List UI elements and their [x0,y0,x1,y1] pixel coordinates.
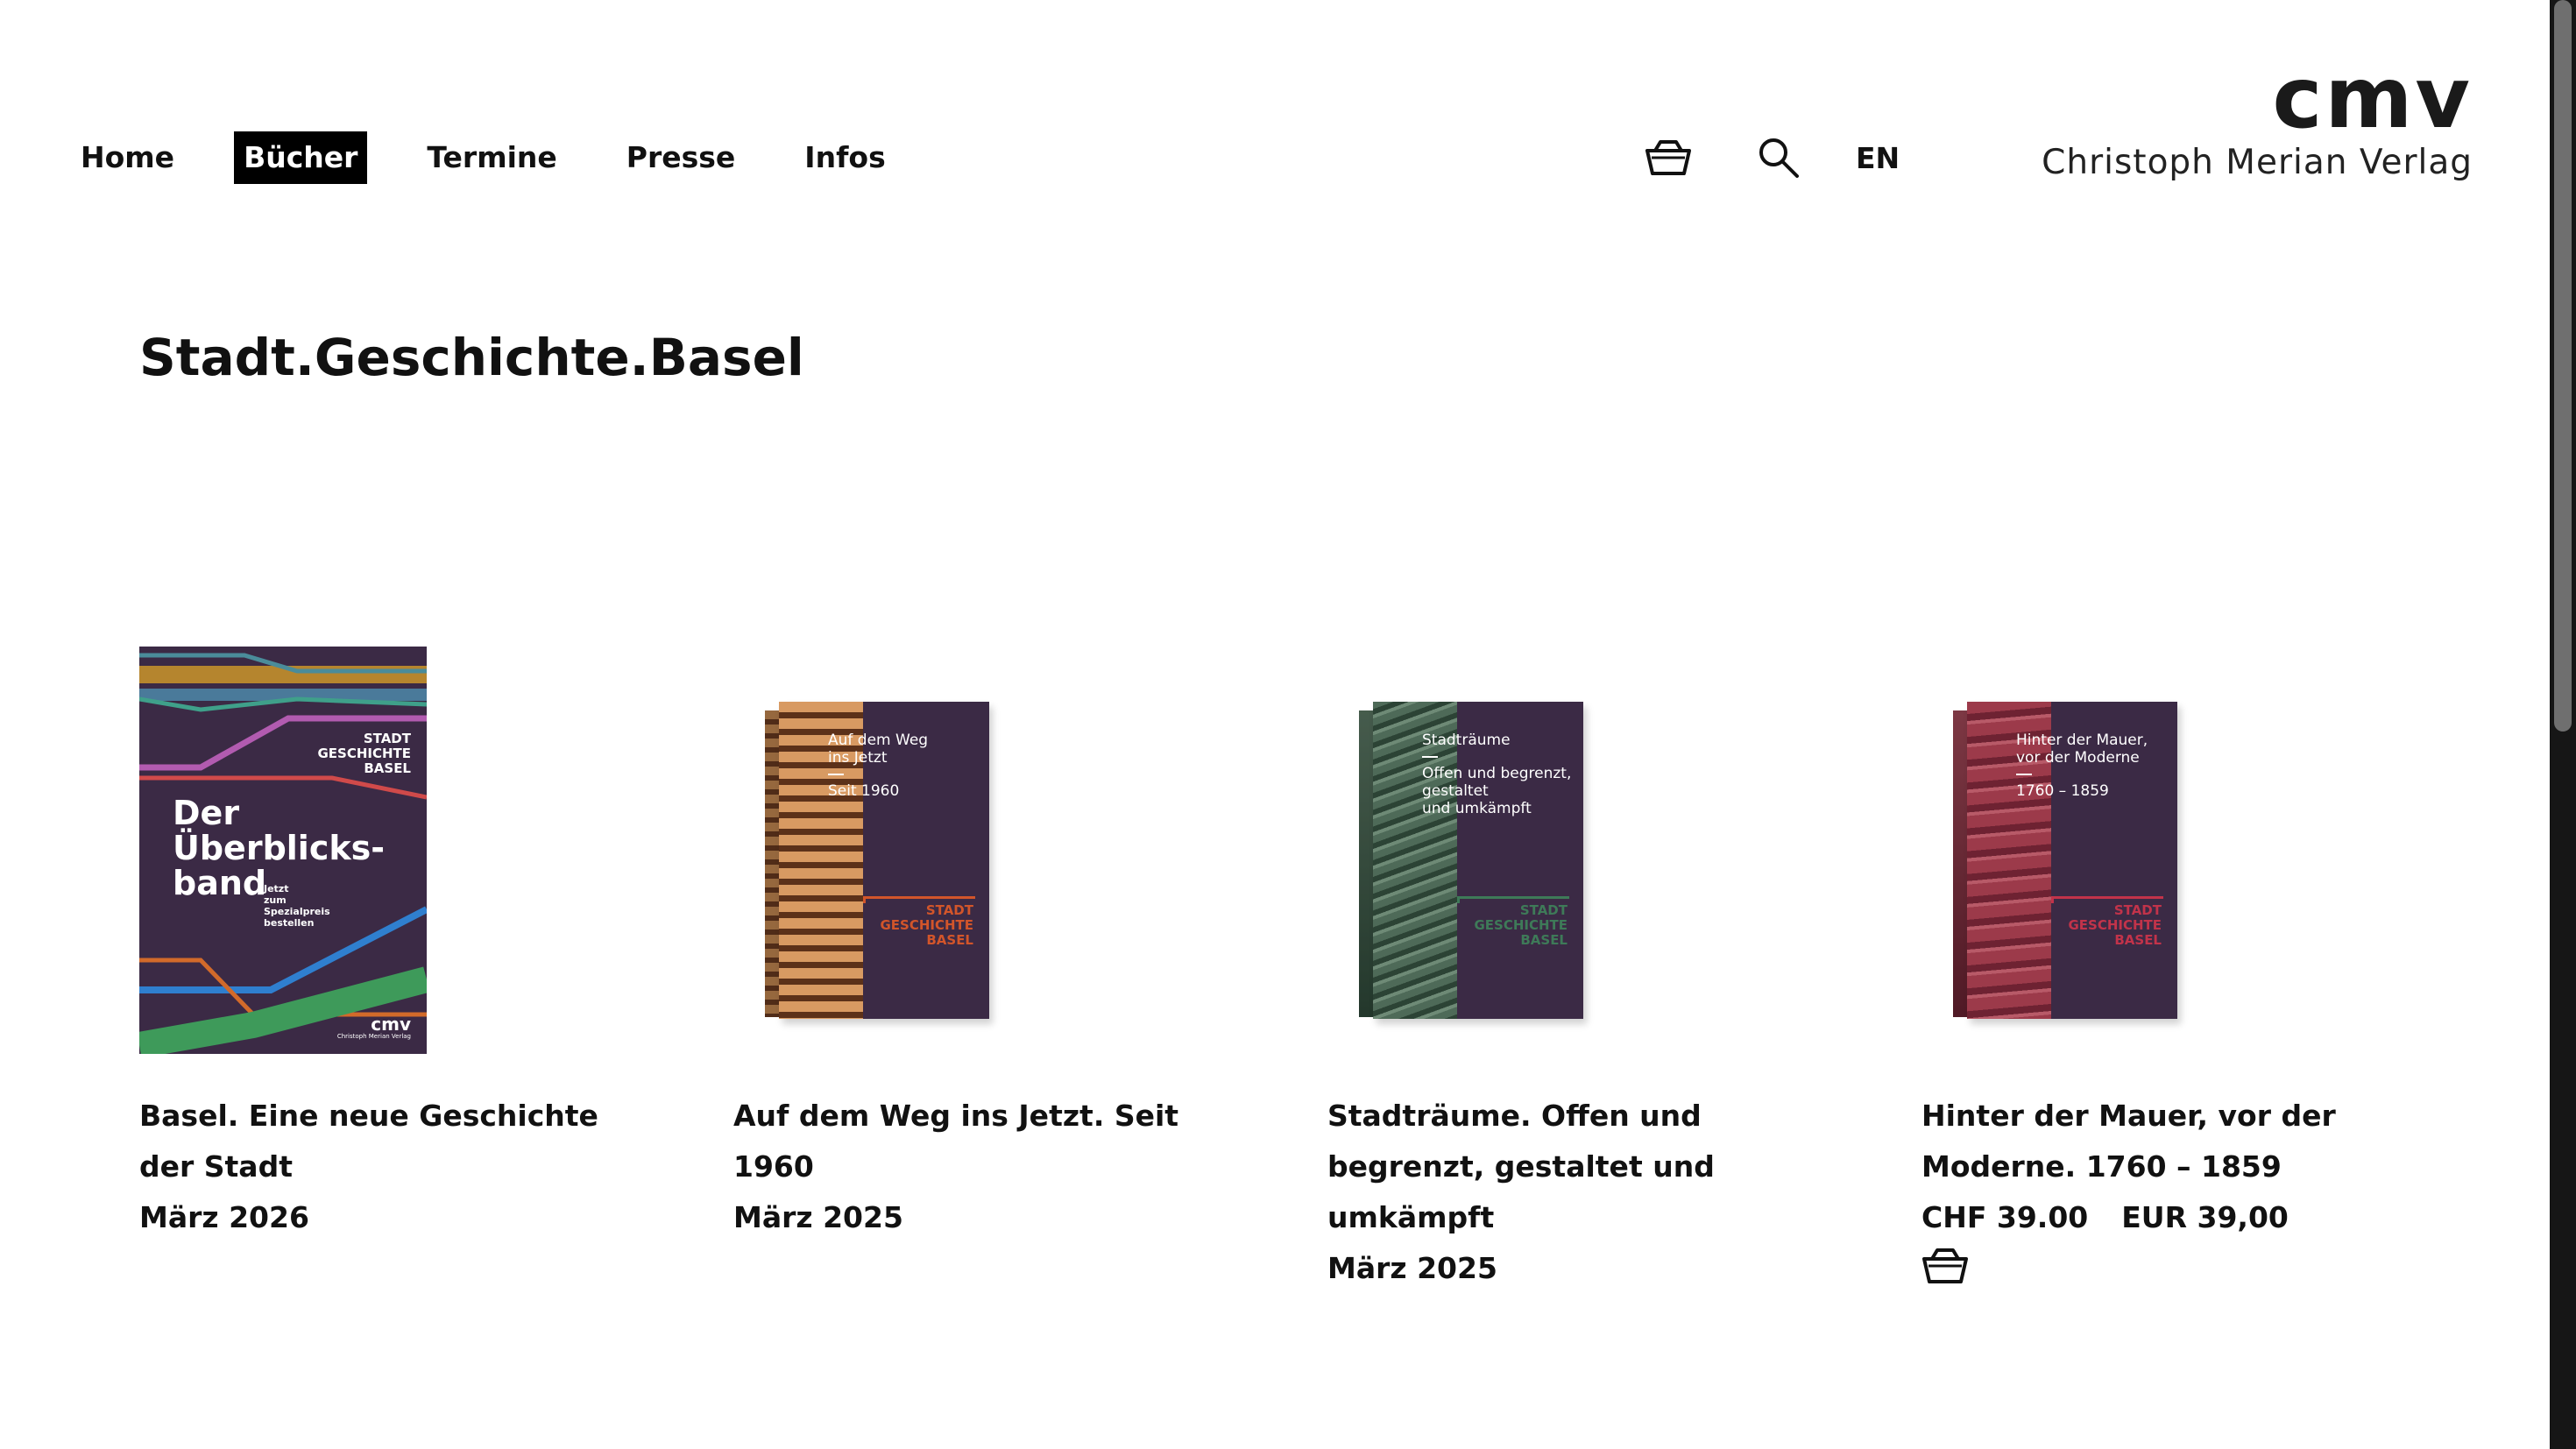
book-title[interactable]: Auf dem Weg ins Jetzt. Seit 1960 [733,1091,1224,1192]
search-icon[interactable] [1754,133,1803,182]
scrollbar-thumb[interactable] [2554,0,2572,732]
price-chf: CHF 39.00 [1921,1200,2089,1234]
cover-image: Auf dem Weg ins Jetzt Seit 1960 STADT GE… [765,702,989,1019]
logo-text: Christoph Merian Verlag [2042,143,2473,182]
book-cover[interactable]: Hinter der Mauer, vor der Moderne 1760 –… [1921,644,2412,1054]
cover-logo: cmv Christoph Merian Verlag [336,1014,411,1040]
book-cover[interactable]: STADT GESCHICHTE BASEL Der Überblicks- b… [139,644,630,1054]
book-card: Hinter der Mauer, vor der Moderne 1760 –… [1921,644,2412,1287]
book-date: März 2025 [1327,1251,1497,1285]
nav-termine[interactable]: Termine [417,131,566,184]
basket-icon[interactable] [1644,133,1693,182]
add-to-basket-icon[interactable] [1921,1247,1971,1287]
cover-brand: STADT GESCHICHTE BASEL [2068,902,2162,948]
nav-buecher[interactable]: Bücher [234,131,368,184]
book-card: Auf dem Weg ins Jetzt Seit 1960 STADT GE… [733,644,1224,1243]
logo-mark: cmv [2272,49,2473,147]
cover-text: Stadträume Offen und begrenzt, gestaltet… [1422,732,1572,817]
price-eur: EUR 39,00 [2121,1200,2289,1234]
cover-image: Stadträume Offen und begrenzt, gestaltet… [1359,702,1583,1019]
cover-image: STADT GESCHICHTE BASEL Der Überblicks- b… [139,647,427,1054]
book-info: Hinter der Mauer, vor der Moderne. 1760 … [1921,1091,2412,1287]
cover-image: Hinter der Mauer, vor der Moderne 1760 –… [1953,702,2177,1019]
book-info: Auf dem Weg ins Jetzt. Seit 1960 März 20… [733,1091,1224,1243]
scrollbar[interactable] [2550,0,2576,1449]
book-card: STADT GESCHICHTE BASEL Der Überblicks- b… [139,644,630,1243]
main-nav: Home Bücher Termine Presse Infos [81,131,945,184]
cover-brand: STADT GESCHICHTE BASEL [1474,902,1568,948]
nav-home[interactable]: Home [81,131,184,184]
nav-infos[interactable]: Infos [795,131,895,184]
publisher-logo[interactable]: cmv Christoph Merian Verlag [2042,49,2473,186]
book-date: März 2025 [733,1200,903,1234]
book-title[interactable]: Stadträume. Offen und begrenzt, gestalte… [1327,1091,1818,1243]
book-title[interactable]: Hinter der Mauer, vor der Moderne. 1760 … [1921,1091,2412,1192]
header-tools: EN [1644,131,1900,184]
nav-presse[interactable]: Presse [617,131,746,184]
book-title[interactable]: Basel. Eine neue Geschichte der Stadt [139,1091,630,1192]
book-info: Stadträume. Offen und begrenzt, gestalte… [1327,1091,1818,1294]
cover-note: Jetzt zum Spezialpreis bestellen [264,883,330,929]
book-cover[interactable]: Stadträume Offen und begrenzt, gestaltet… [1327,644,1818,1054]
cover-text: Auf dem Weg ins Jetzt Seit 1960 [828,732,929,800]
book-date: März 2026 [139,1200,309,1234]
cover-brand: STADT GESCHICHTE BASEL [880,902,973,948]
language-switch[interactable]: EN [1856,141,1900,175]
page-title: Stadt.Geschichte.Basel [139,328,804,387]
cover-text: Hinter der Mauer, vor der Moderne 1760 –… [2016,732,2148,800]
cover-series-label: STADT GESCHICHTE BASEL [317,731,411,776]
price-row: CHF 39.00 EUR 39,00 [1921,1192,2412,1243]
book-cover[interactable]: Auf dem Weg ins Jetzt Seit 1960 STADT GE… [733,644,1224,1054]
book-info: Basel. Eine neue Geschichte der Stadt Mä… [139,1091,630,1243]
book-card: Stadträume Offen und begrenzt, gestaltet… [1327,644,1818,1294]
